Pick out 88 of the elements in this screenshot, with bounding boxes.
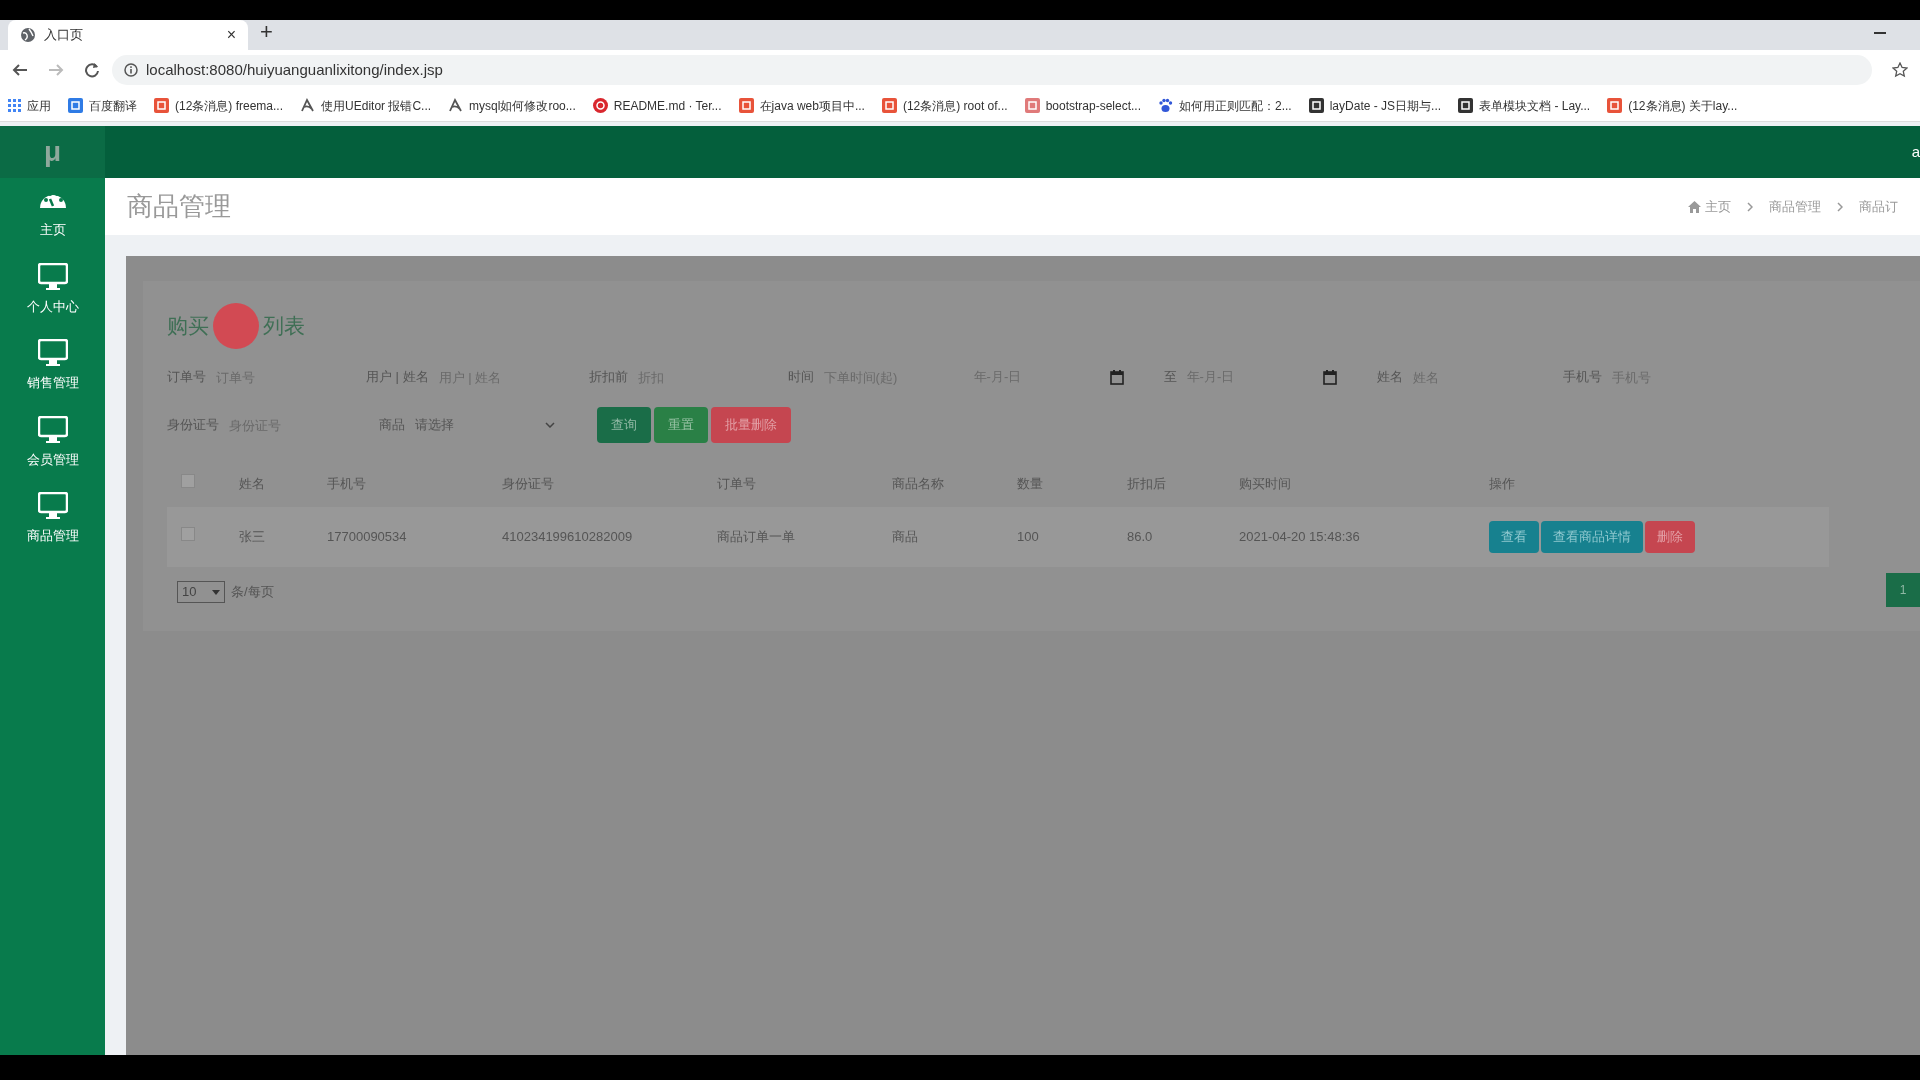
breadcrumb-link[interactable]: 商品管理 [1769, 196, 1821, 217]
bookmark-icon [1308, 98, 1324, 113]
chevron-down-icon [545, 422, 555, 428]
select-all-checkbox[interactable] [181, 474, 195, 489]
monitor-icon [37, 262, 68, 291]
bookmark-icon [300, 98, 316, 113]
page-size-label: 条/每页 [231, 583, 274, 602]
table-cell: 2021-04-20 15:48:36 [1239, 507, 1489, 567]
tab-title: 入口页 [44, 26, 84, 45]
url-text: localhost:8080/huiyuanguanlixitong/index.jsp [146, 59, 443, 80]
bookmark-link[interactable]: 表单模块文档 - Lay... [1479, 96, 1591, 115]
star-icon [1892, 62, 1908, 78]
bookmark-link[interactable]: README.md · Ter... [613, 96, 722, 115]
panel-title: 列表 [263, 313, 305, 340]
panel-title: 购买 [167, 313, 209, 340]
globe-icon [20, 27, 36, 43]
sidebar-item[interactable]: 主页 [2, 186, 103, 240]
info-icon [124, 63, 138, 77]
calendar-icon [1322, 369, 1337, 385]
page-title: 商品管理 [127, 190, 231, 223]
column-header: 商品名称 [892, 461, 1017, 507]
filter-label: 商品 [379, 416, 405, 435]
bookmark-link[interactable]: (12条消息) root of... [902, 96, 1008, 115]
bookmark-link[interactable]: mysql如何修改roo... [469, 96, 576, 115]
column-header: 身份证号 [502, 461, 717, 507]
filter-label: 时间 [787, 368, 814, 387]
reload-icon [84, 62, 100, 78]
browser-tab[interactable]: 入口页 × [8, 20, 248, 50]
bookmark-icon [1607, 98, 1623, 113]
breadcrumb-link[interactable]: 主页 [1705, 196, 1731, 217]
bookmark-icon [1024, 98, 1040, 113]
bookmark-icon [68, 98, 83, 113]
sidebar-item[interactable]: 个人中心 [2, 262, 103, 316]
apps-icon [8, 99, 21, 112]
column-header: 手机号 [327, 461, 502, 507]
home-icon [1688, 200, 1701, 213]
filter-label: 至 [1163, 368, 1177, 387]
monitor-icon [37, 339, 68, 367]
table-cell: 商品 [892, 507, 1017, 567]
bookmark-link[interactable]: 百度翻译 [89, 96, 137, 115]
bookmark-link[interactable]: (12条消息) 关于lay... [1628, 96, 1738, 115]
bookmark-link[interactable]: 在java web项目中... [759, 96, 865, 115]
address-bar[interactable]: localhost:8080/huiyuanguanlixitong/index.jsp [112, 55, 1872, 85]
bookmark-link[interactable]: 如何用正则匹配：2... [1179, 96, 1292, 115]
bookmark-link[interactable]: 应用 [27, 96, 51, 115]
table-cell: 86.0 [1127, 507, 1239, 567]
sidebar-item[interactable]: 销售管理 [2, 339, 103, 393]
table-cell: 410234199610282009 [502, 507, 717, 567]
close-icon[interactable]: × [226, 23, 236, 47]
bookmark-icon [592, 98, 608, 113]
bookmark-icon [881, 98, 897, 113]
filter-label: 订单号 [167, 368, 206, 387]
calendar-icon [1109, 369, 1124, 385]
bookmark-icon [1458, 98, 1474, 113]
monitor-icon [37, 415, 68, 444]
table-cell: 17700090534 [327, 507, 502, 567]
bookmark-link[interactable]: layDate - JS日期与... [1329, 96, 1442, 115]
sidebar-item[interactable]: 会员管理 [2, 415, 103, 469]
bookmark-icon [738, 98, 754, 113]
back-icon [12, 62, 28, 78]
page-button[interactable]: 1 [1886, 573, 1920, 607]
chevron-icon [1747, 201, 1753, 212]
sidebar-item[interactable]: 商品管理 [2, 492, 103, 546]
bookmark-icon [448, 98, 464, 113]
bookmark-link[interactable]: bootstrap-select... [1045, 96, 1141, 115]
breadcrumb-link[interactable]: 商品订 [1859, 196, 1898, 217]
paw-icon [1158, 98, 1173, 113]
forward-icon [48, 62, 64, 78]
app-logo: μ [43, 135, 62, 169]
minimize-icon [1874, 32, 1886, 34]
column-header: 数量 [1017, 461, 1127, 507]
bookmark-icon [154, 98, 169, 113]
filter-label: 身份证号 [167, 416, 219, 435]
cursor-highlight [213, 303, 259, 349]
filter-label: 手机号 [1562, 368, 1602, 387]
user-name: a [1911, 141, 1920, 162]
page-size-select[interactable]: 10 [177, 581, 225, 603]
chevron-down-icon [212, 589, 220, 595]
action-button[interactable]: 查询 [597, 407, 651, 443]
column-header: 订单号 [717, 461, 892, 507]
row-checkbox[interactable] [181, 527, 195, 542]
column-header: 购买时间 [1239, 461, 1489, 507]
bookmark-link[interactable]: (12条消息) freema... [175, 96, 284, 115]
bookmark-link[interactable]: 使用UEditor 报错C... [321, 96, 432, 115]
table-cell: 100 [1017, 507, 1127, 567]
monitor-icon [37, 492, 68, 520]
new-tab-button[interactable]: + [260, 15, 273, 48]
chevron-icon [1837, 201, 1843, 212]
